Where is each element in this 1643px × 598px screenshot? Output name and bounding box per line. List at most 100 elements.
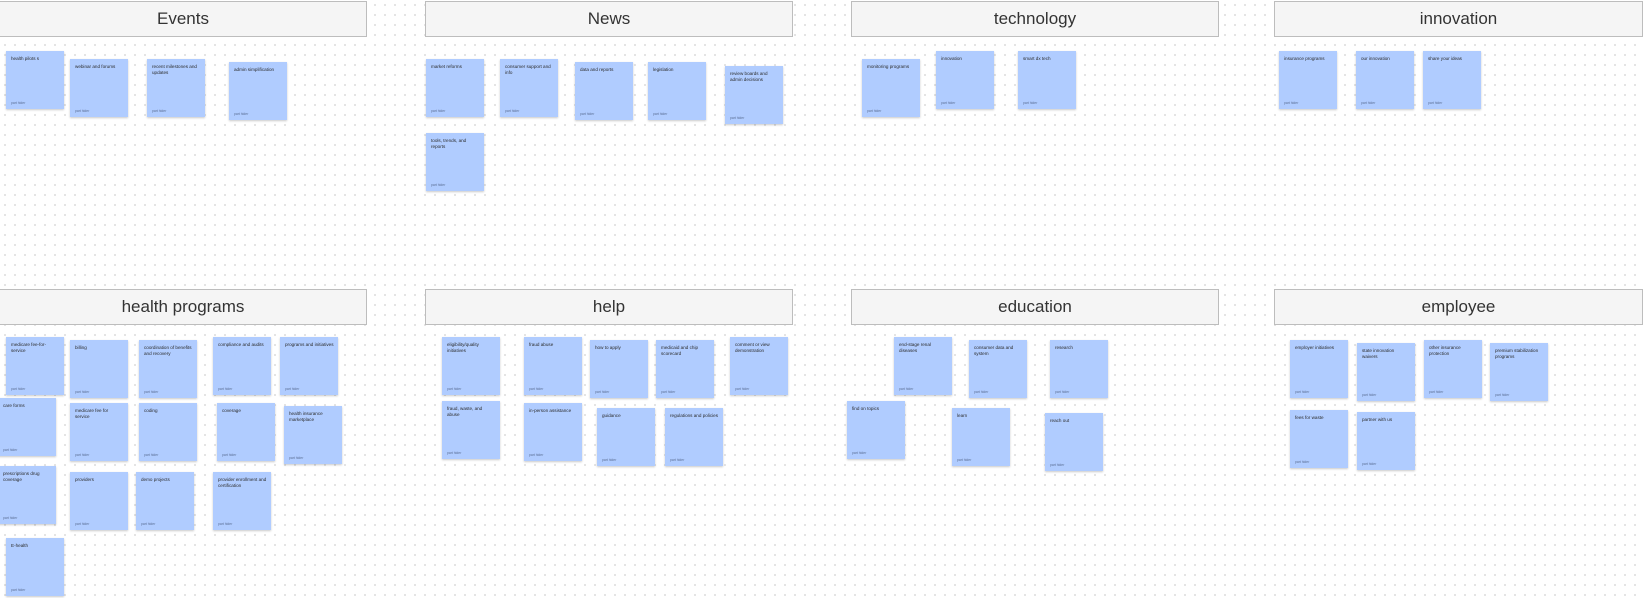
note-author: part hider xyxy=(1295,460,1310,464)
sticky-note[interactable]: providers part hider xyxy=(70,472,128,530)
note-text: review boards and admin decisions xyxy=(730,71,768,82)
note-text: employer initiatives xyxy=(1295,345,1335,350)
note-author: part hider xyxy=(529,453,544,457)
sticky-note[interactable]: how to apply part hider xyxy=(590,340,648,398)
sticky-note[interactable]: health pilots s part hider xyxy=(6,51,64,109)
sticky-note[interactable]: premium stabilization programs part hider xyxy=(1490,343,1548,401)
frame-header-news[interactable]: News xyxy=(425,1,793,37)
note-text: care forms xyxy=(3,403,25,408)
note-text: share your ideas xyxy=(1428,56,1462,61)
sticky-note[interactable]: programs and initiatives part hider xyxy=(280,337,338,395)
note-author: part hider xyxy=(957,458,972,462)
sticky-note[interactable]: coordination of benefits and recovery par… xyxy=(139,340,197,398)
note-author: part hider xyxy=(602,458,617,462)
sticky-note[interactable]: E-health part hider xyxy=(6,538,64,596)
sticky-note[interactable]: tools, trends, and reports part hider xyxy=(426,133,484,191)
note-author: part hider xyxy=(144,390,159,394)
note-text: health pilots s xyxy=(11,56,40,61)
sticky-note[interactable]: state innovation waivers part hider xyxy=(1357,343,1415,401)
sticky-note[interactable]: partner with us part hider xyxy=(1357,412,1415,470)
note-text: admin simplification xyxy=(234,67,275,72)
note-author: part hider xyxy=(852,451,867,455)
sticky-note[interactable]: in-person assistance part hider xyxy=(524,403,582,461)
note-text: end-stage renal diseases xyxy=(899,342,931,353)
note-text: research xyxy=(1055,345,1073,350)
sticky-note[interactable]: data and reports part hider xyxy=(575,62,633,120)
sticky-note[interactable]: consumer support and info part hider xyxy=(500,59,558,117)
sticky-note[interactable]: compliance and audits part hider xyxy=(213,337,271,395)
note-text: consumer support and info xyxy=(505,64,551,75)
sticky-note[interactable]: recent milestones and updates part hider xyxy=(147,59,205,117)
note-author: part hider xyxy=(75,522,90,526)
sticky-note[interactable]: innovation part hider xyxy=(936,51,994,109)
note-text: medicaid and chip scorecard xyxy=(661,345,699,356)
sticky-note[interactable]: comment or view demonstration part hider xyxy=(730,337,788,395)
sticky-note[interactable]: webinar and forums part hider xyxy=(70,59,128,117)
note-author: part hider xyxy=(730,116,745,120)
frame-header-events[interactable]: Events xyxy=(0,1,367,37)
sticky-note[interactable]: care forms part hider xyxy=(0,398,56,456)
note-text: find on topics xyxy=(852,406,880,411)
note-text: our innovation xyxy=(1361,56,1390,61)
sticky-note[interactable]: medicaid and chip scorecard part hider xyxy=(656,340,714,398)
sticky-note[interactable]: admin simplification part hider xyxy=(229,62,287,120)
sticky-note[interactable]: fraud, waste, and abuse part hider xyxy=(442,401,500,459)
note-text: coordination of benefits and recovery xyxy=(144,345,192,356)
sticky-note[interactable]: reach out part hider xyxy=(1045,413,1103,471)
frame-header-employee[interactable]: employee xyxy=(1274,289,1643,325)
frame-header-help[interactable]: help xyxy=(425,289,793,325)
sticky-note[interactable]: coding part hider xyxy=(139,403,197,461)
note-author: part hider xyxy=(1050,463,1065,467)
note-author: part hider xyxy=(1428,101,1443,105)
sticky-note[interactable]: share your ideas part hider xyxy=(1423,51,1481,109)
note-author: part hider xyxy=(1023,101,1038,105)
note-text: how to apply xyxy=(595,345,621,350)
sticky-note[interactable]: regulations and policies part hider xyxy=(665,408,723,466)
sticky-note[interactable]: insurance programs part hider xyxy=(1279,51,1337,109)
sticky-note[interactable]: health insurance marketplace part hider xyxy=(284,406,342,464)
note-author: part hider xyxy=(11,387,26,391)
note-text: tools, trends, and reports xyxy=(431,138,467,149)
frame-header-technology[interactable]: technology xyxy=(851,1,1219,37)
sticky-note[interactable]: other insurance protection part hider xyxy=(1424,340,1482,398)
sticky-note[interactable]: provider enrollment and certification par… xyxy=(213,472,271,530)
sticky-note[interactable]: coverage part hider xyxy=(217,403,275,461)
note-text: compliance and audits xyxy=(218,342,264,347)
note-text: recent milestones and updates xyxy=(152,64,197,75)
sticky-note[interactable]: guidance part hider xyxy=(597,408,655,466)
sticky-note[interactable]: medicare fee-for-service part hider xyxy=(6,337,64,395)
note-author: part hider xyxy=(447,451,462,455)
note-author: part hider xyxy=(11,588,26,592)
note-author: part hider xyxy=(653,112,668,116)
sticky-note[interactable]: our innovation part hider xyxy=(1356,51,1414,109)
note-author: part hider xyxy=(867,109,882,113)
frame-header-education[interactable]: education xyxy=(851,289,1219,325)
sticky-note[interactable]: consumer data and system part hider xyxy=(969,340,1027,398)
sticky-note[interactable]: smart dx tech part hider xyxy=(1018,51,1076,109)
frame-header-innovation[interactable]: innovation xyxy=(1274,1,1643,37)
sticky-note[interactable]: medicare fee for service part hider xyxy=(70,403,128,461)
sticky-note[interactable]: employer initiatives part hider xyxy=(1290,340,1348,398)
sticky-note[interactable]: research part hider xyxy=(1050,340,1108,398)
sticky-note[interactable]: fees for waste part hider xyxy=(1290,410,1348,468)
sticky-note[interactable]: monitoring programs part hider xyxy=(862,59,920,117)
sticky-note[interactable]: eligibility/quality initiatives part hide… xyxy=(442,337,500,395)
note-text: smart dx tech xyxy=(1023,56,1051,61)
sticky-note[interactable]: billing part hider xyxy=(70,340,128,398)
frame-header-health-programs[interactable]: health programs xyxy=(0,289,367,325)
sticky-note[interactable]: legislation part hider xyxy=(648,62,706,120)
note-author: part hider xyxy=(505,109,520,113)
sticky-note[interactable]: market reforms part hider xyxy=(426,59,484,117)
whiteboard-canvas[interactable]: Events News technology innovation health… xyxy=(0,0,1643,598)
sticky-note[interactable]: learn part hider xyxy=(952,408,1010,466)
sticky-note[interactable]: prescriptions drug coverage part hider xyxy=(0,466,56,524)
sticky-note[interactable]: fraud abuse part hider xyxy=(524,337,582,395)
note-author: part hider xyxy=(735,387,750,391)
note-text: eligibility/quality initiatives xyxy=(447,342,479,353)
sticky-note[interactable]: review boards and admin decisions part hi… xyxy=(725,66,783,124)
sticky-note[interactable]: demo projects part hider xyxy=(136,472,194,530)
note-author: part hider xyxy=(941,101,956,105)
sticky-note[interactable]: end-stage renal diseases part hider xyxy=(894,337,952,395)
note-author: part hider xyxy=(234,112,249,116)
sticky-note[interactable]: find on topics part hider xyxy=(847,401,905,459)
